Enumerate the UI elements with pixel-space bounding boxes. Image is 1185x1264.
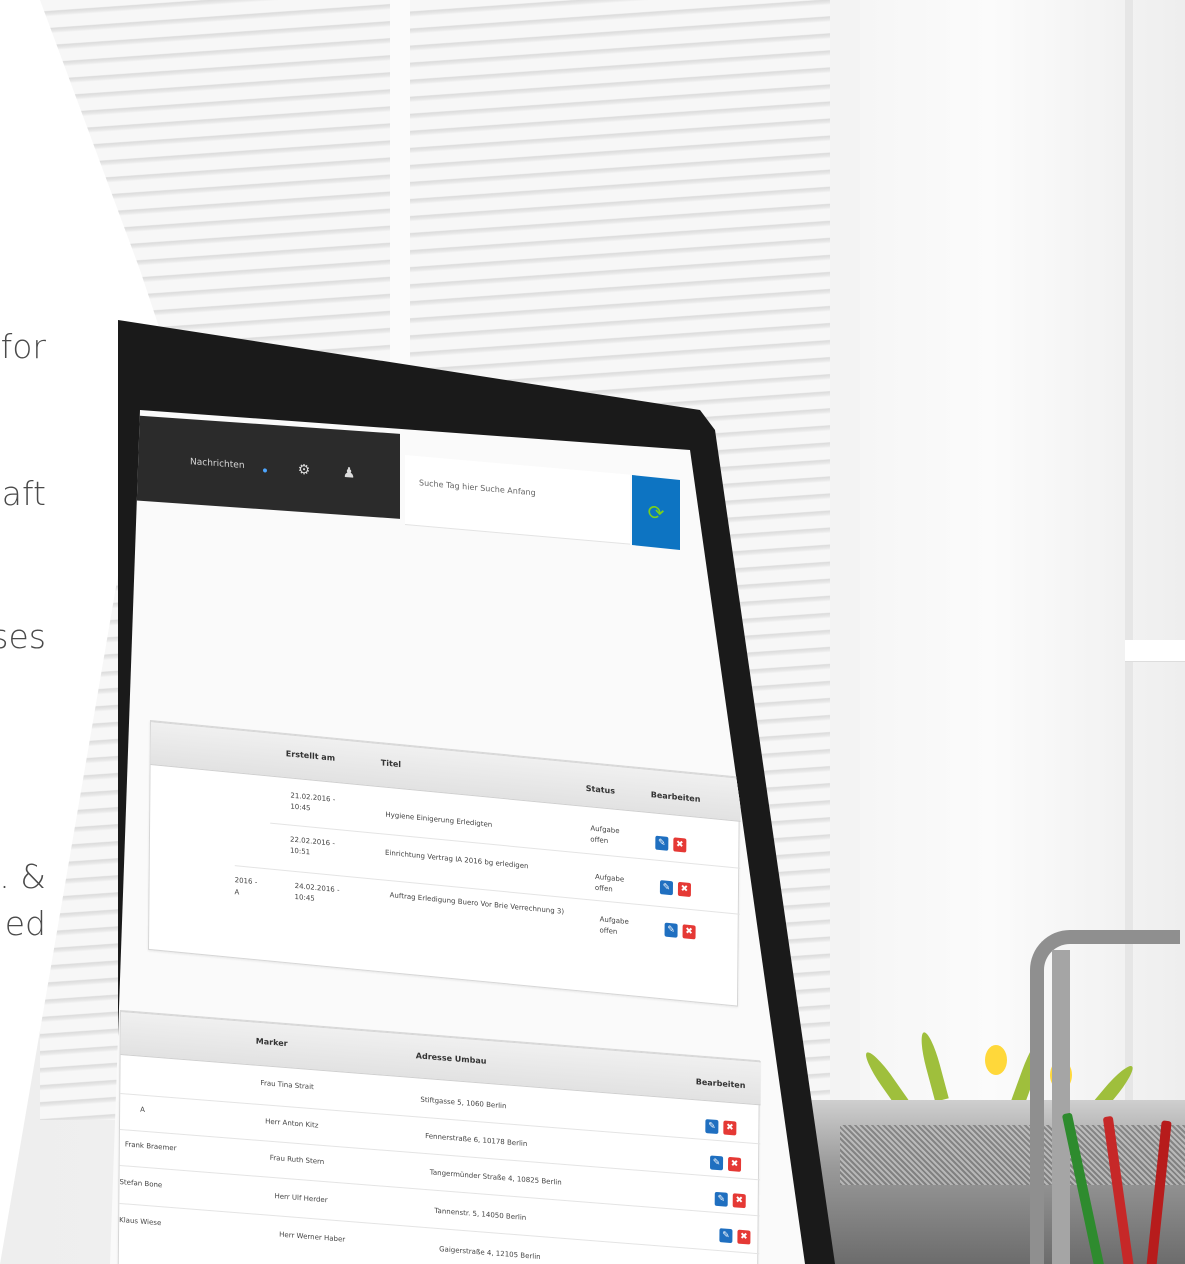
- edit-icon[interactable]: ✎: [655, 835, 669, 851]
- status-cell: Aufgabe offen: [594, 872, 625, 894]
- status-cell: Aufgabe offen: [590, 824, 620, 846]
- edit-icon[interactable]: ✎: [659, 880, 674, 896]
- address-cell: Tannenstr. 5, 14050 Berlin: [434, 1206, 527, 1222]
- yellow-flower: [985, 1045, 1007, 1075]
- search-box[interactable]: Suche Tag hier Suche Anfang: [405, 455, 630, 545]
- delete-icon[interactable]: ✖: [732, 1193, 746, 1209]
- side-text-line: aft: [1, 474, 46, 513]
- column-header: Status: [585, 783, 616, 796]
- contact-cell: Frank Braemer: [124, 1140, 177, 1153]
- column-header: Titel: [380, 758, 402, 770]
- delete-icon[interactable]: ✖: [727, 1156, 742, 1172]
- date-cell: 21.02.2016 - 10:45: [290, 791, 336, 813]
- wall-shelf: [1125, 640, 1185, 662]
- table-header: Erstellt am Titel Status Bearbeiten: [150, 721, 741, 822]
- table-header: Marker Adresse Umbau Bearbeiten: [120, 1011, 761, 1106]
- status-cell: Aufgabe offen: [599, 915, 629, 936]
- row-actions: ✎ ✖: [659, 880, 694, 899]
- delete-icon[interactable]: ✖: [677, 881, 692, 898]
- edit-icon[interactable]: ✎: [719, 1228, 733, 1244]
- edit-icon[interactable]: ✎: [705, 1119, 719, 1135]
- contact-cell: Klaus Wiese: [119, 1215, 162, 1228]
- side-text-line: . &: [0, 857, 46, 896]
- row-actions: ✎ ✖: [714, 1191, 749, 1211]
- window-frame-right: [830, 0, 860, 1120]
- row-actions: ✎ ✖: [719, 1228, 753, 1247]
- title-cell: Hygiene Einigerung Erledigten: [385, 810, 493, 829]
- address-cell: Gaigerstraße 4, 12105 Berlin: [439, 1245, 541, 1262]
- search-input[interactable]: Suche Tag hier Suche Anfang: [419, 478, 536, 497]
- contact-cell: Stefan Bone: [119, 1177, 163, 1190]
- bell-icon[interactable]: ♟: [340, 464, 358, 483]
- contact-cell: A: [140, 1105, 145, 1114]
- column-header: Marker: [255, 1036, 288, 1049]
- edit-icon[interactable]: ✎: [709, 1155, 724, 1171]
- column-header: Erstellt am: [285, 749, 336, 763]
- name-cell: Frau Ruth Stern: [269, 1153, 325, 1167]
- messages-menu[interactable]: Nachrichten: [190, 457, 245, 471]
- date-cell: 24.02.2016 - 10:45: [294, 881, 340, 903]
- name-cell: Herr Werner Haber: [279, 1230, 346, 1244]
- edit-icon[interactable]: ✎: [664, 922, 678, 938]
- column-header: Bearbeiten: [650, 790, 701, 804]
- column-header: Bearbeiten: [695, 1077, 746, 1091]
- edit-icon[interactable]: ✎: [714, 1191, 728, 1207]
- network-icon[interactable]: ⚙: [295, 461, 313, 480]
- row-actions: ✎ ✖: [705, 1119, 739, 1138]
- contacts-table: Marker Adresse Umbau Bearbeiten Frau Tin…: [117, 1010, 761, 1264]
- title-cell: Auftrag Erledigung Buero Vor Brie Verrec…: [389, 891, 565, 916]
- delete-icon[interactable]: ✖: [723, 1120, 737, 1136]
- date-cell: 22.02.2016 - 10:51: [289, 835, 335, 857]
- name-cell: Herr Anton Kitz: [265, 1117, 319, 1130]
- address-cell: Fennerstraße 6, 10178 Berlin: [425, 1132, 528, 1149]
- delete-icon[interactable]: ✖: [682, 924, 696, 940]
- column-header: Adresse Umbau: [415, 1051, 487, 1066]
- side-text-line: for: [0, 327, 46, 366]
- delete-icon[interactable]: ✖: [737, 1229, 751, 1245]
- desk-lamp-post: [1052, 950, 1070, 1264]
- row-actions: ✎ ✖: [664, 922, 699, 942]
- name-cell: Frau Tina Strait: [260, 1079, 314, 1092]
- notification-dot: [263, 468, 267, 473]
- app-topbar: Nachrichten ⚙ ♟: [130, 415, 400, 519]
- side-text-line: ed: [4, 904, 46, 943]
- title-cell: Einrichtung Vertrag IA 2016 bg erledigen: [384, 848, 529, 871]
- row-actions: ✎ ✖: [709, 1155, 744, 1174]
- name-cell: Herr Ulf Herder: [274, 1192, 328, 1205]
- search-button[interactable]: ⟳: [632, 475, 680, 551]
- search-icon: ⟳: [647, 499, 665, 526]
- side-text-line: ses: [0, 617, 46, 656]
- tasks-table: Erstellt am Titel Status Bearbeiten 21.0…: [147, 720, 741, 1007]
- address-cell: Stiftgasse 5, 1060 Berlin: [420, 1095, 507, 1111]
- address-cell: Tangermünder Straße 4, 10825 Berlin: [429, 1168, 562, 1187]
- row-actions: ✎ ✖: [655, 835, 689, 855]
- delete-icon[interactable]: ✖: [673, 837, 687, 853]
